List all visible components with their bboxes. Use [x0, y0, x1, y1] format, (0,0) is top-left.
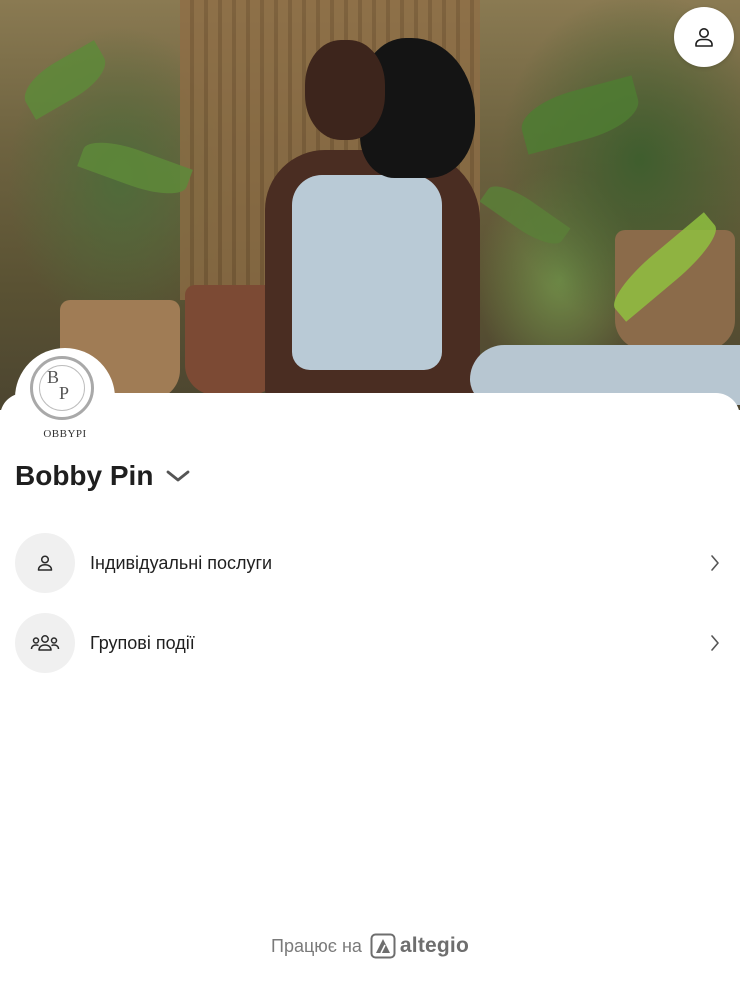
- menu-icon-circle: [15, 613, 75, 673]
- group-icon: [30, 635, 60, 651]
- page: B P OBBYPI Bobby Pin Індивідуальні послу…: [0, 0, 740, 1006]
- chevron-down-icon: [167, 470, 190, 482]
- account-button[interactable]: [674, 7, 734, 67]
- cover-photo: [0, 0, 740, 410]
- leaf: [77, 132, 193, 204]
- altegio-link[interactable]: altegio: [370, 933, 469, 959]
- menu-item-label: Групові події: [90, 632, 195, 653]
- chevron-right-icon: [705, 554, 725, 572]
- leaf: [16, 40, 114, 120]
- menu-item-group-events[interactable]: Групові події: [15, 612, 725, 674]
- logo-letter-p: P: [59, 383, 70, 403]
- company-selector[interactable]: Bobby Pin: [15, 456, 191, 496]
- chevron-right-icon: [705, 634, 725, 652]
- menu-icon-circle: [15, 533, 75, 593]
- logo-letter-b: B: [47, 367, 60, 387]
- user-icon: [695, 28, 713, 47]
- powered-by-text: Працює на: [271, 935, 362, 956]
- altegio-wordmark: altegio: [399, 934, 469, 957]
- company-name: Bobby Pin: [15, 460, 154, 491]
- logo-wordmark: OBBYPI: [43, 428, 87, 440]
- company-logo: B P OBBYPI: [15, 348, 115, 448]
- leaf: [479, 176, 571, 254]
- powered-by-footer: Працює на altegio: [0, 928, 740, 964]
- sports-top: [292, 175, 442, 370]
- head: [305, 40, 385, 140]
- leaf: [515, 75, 645, 155]
- person-icon: [37, 555, 53, 571]
- menu-item-individual-services[interactable]: Індивідуальні послуги: [15, 532, 725, 594]
- logo-ring: B P: [30, 356, 94, 420]
- service-menu: Індивідуальні послуги Групові події: [15, 532, 725, 692]
- menu-item-label: Індивідуальні послуги: [90, 552, 273, 573]
- altegio-logo-icon: [370, 933, 396, 959]
